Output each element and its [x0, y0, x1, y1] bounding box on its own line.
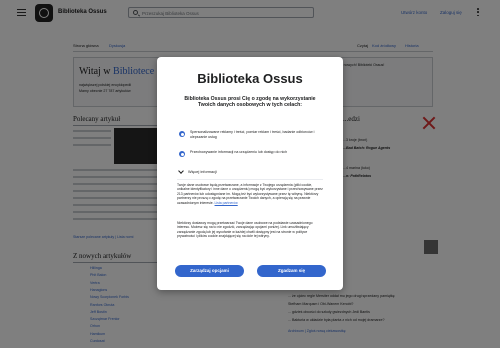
device-storage-icon: [179, 151, 185, 157]
purpose-item-storage: Przechowywanie informacji na urządzeniu …: [179, 150, 329, 157]
dialog-body-1: Twoje dane osobowe będą przetwarzane, a …: [177, 183, 323, 205]
purpose-label: Przechowywanie informacji na urządzeniu …: [190, 150, 288, 154]
dialog-body-1-text: Twoje dane osobowe będą przetwarzane, a …: [177, 183, 323, 205]
dialog-intro: Biblioteka Ossus prosi Cię o zgodę na wy…: [184, 96, 316, 109]
more-info-label: Więcej informacji: [188, 170, 217, 174]
consent-dialog: Biblioteka Ossus Biblioteka Ossus prosi …: [157, 57, 343, 290]
accept-button[interactable]: Zgadzam się: [257, 265, 326, 277]
purpose-item-ads: Spersonalizowane reklamy i treści, pomia…: [179, 130, 329, 139]
dialog-title: Biblioteka Ossus: [197, 71, 303, 86]
manage-options-button[interactable]: Zarządzaj opcjami: [175, 265, 244, 277]
personalization-icon: [179, 131, 185, 137]
dialog-divider: [177, 179, 323, 180]
dialog-body-2: Niektórzy dostawcy mogą przetwarzać Twoj…: [177, 221, 313, 239]
chevron-down-icon: [178, 168, 184, 174]
purpose-label: Spersonalizowane reklamy i treści, pomia…: [190, 130, 315, 139]
more-info-toggle[interactable]: Więcej informacji: [178, 168, 217, 174]
partners-list-link[interactable]: Lista partnerów: [215, 201, 238, 205]
